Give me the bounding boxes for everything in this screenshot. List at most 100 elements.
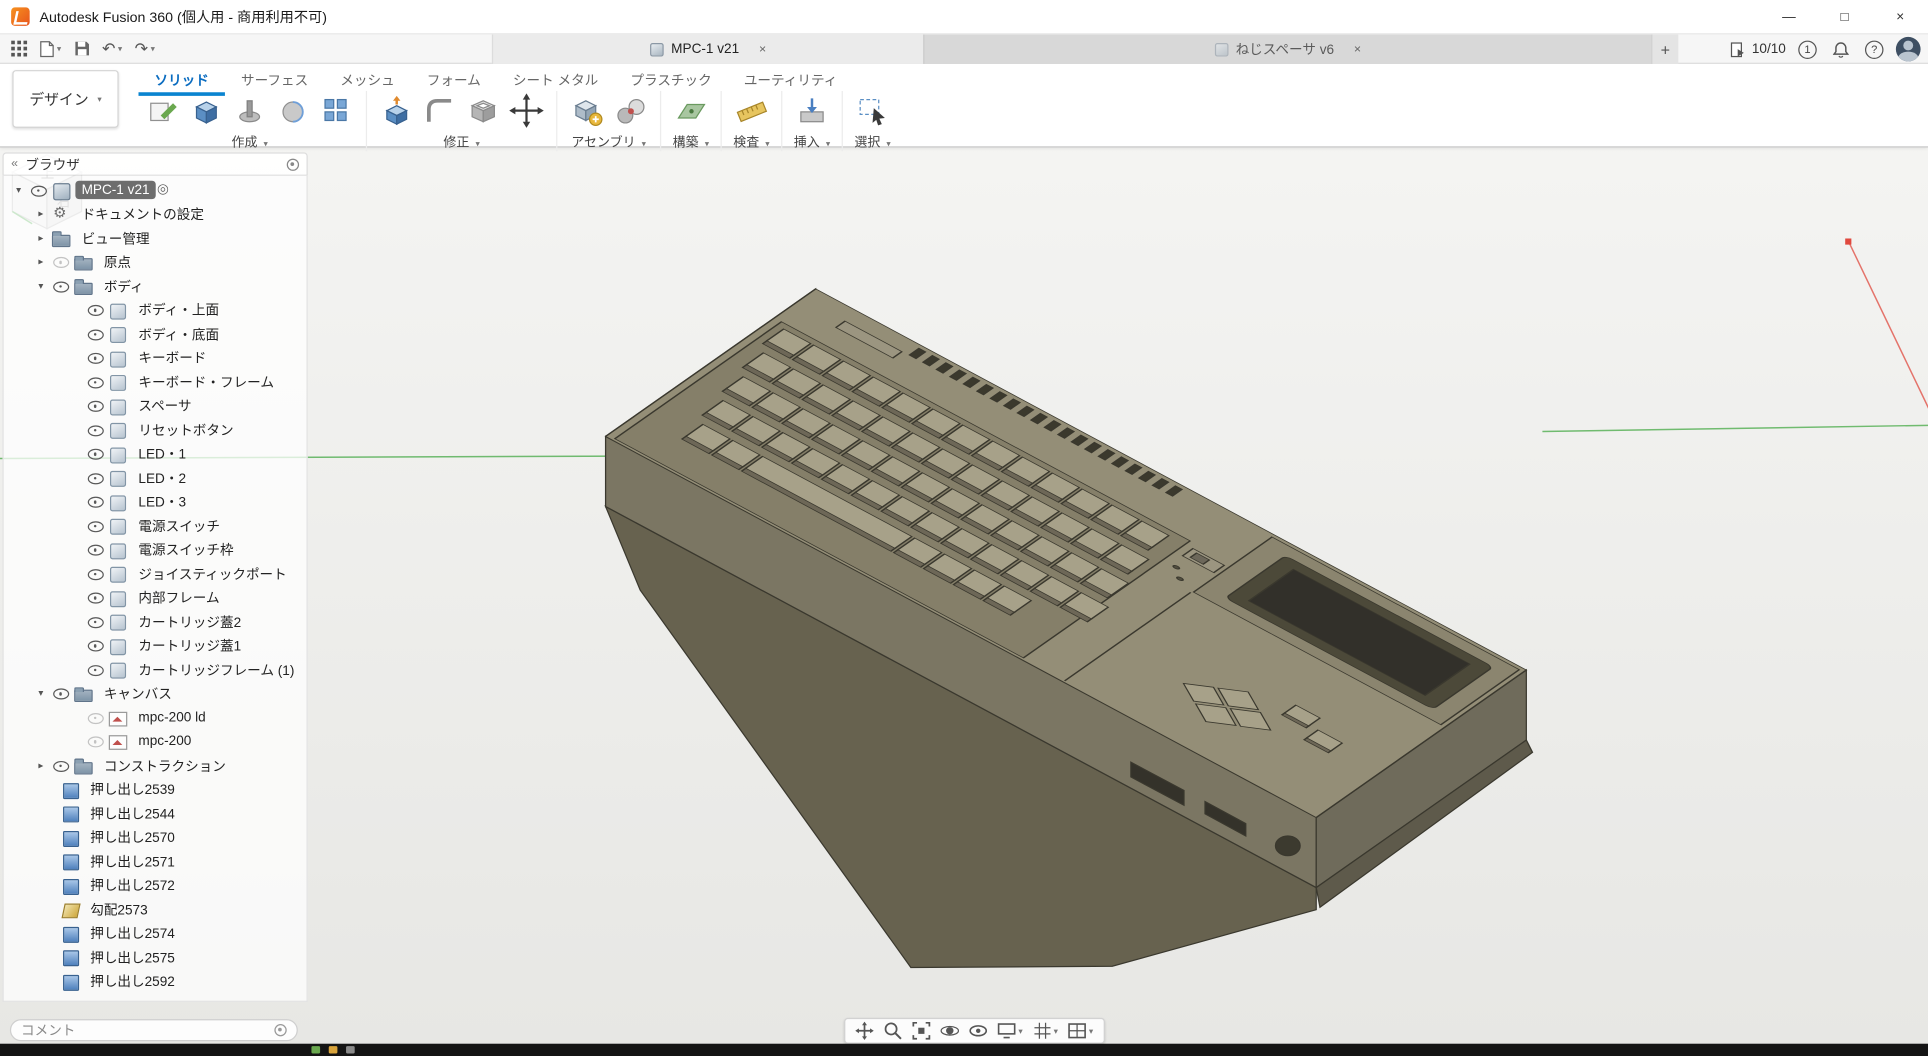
move-button[interactable] — [508, 92, 545, 129]
browser-tree-item[interactable]: ビュー管理 — [4, 226, 307, 250]
browser-tree-item[interactable]: カートリッジフレーム (1) — [4, 658, 307, 682]
browser-tree-item[interactable]: 押し出し2539 — [4, 778, 307, 802]
browser-tree-item[interactable]: 押し出し2592 — [4, 969, 307, 993]
visibility-eye-icon[interactable] — [87, 542, 106, 558]
comment-input[interactable]: コメント — [21, 1020, 274, 1040]
taskbar-icon-2[interactable] — [329, 1046, 338, 1053]
new-tab-button[interactable]: + — [1651, 34, 1678, 64]
notification-count-badge[interactable]: 1 — [1798, 40, 1817, 58]
expander-icon[interactable] — [38, 209, 52, 219]
file-menu-button[interactable]: ▾ — [36, 37, 65, 59]
pattern-button[interactable] — [318, 92, 355, 129]
visibility-eye-icon[interactable] — [87, 446, 106, 462]
comment-bar[interactable]: コメント — [10, 1019, 298, 1041]
browser-tree-item[interactable]: 押し出し2570 — [4, 825, 307, 849]
visibility-eye-icon[interactable] — [87, 710, 106, 726]
visibility-eye-icon[interactable] — [87, 638, 106, 654]
browser-tree-item[interactable]: 押し出し2544 — [4, 802, 307, 826]
visibility-eye-icon[interactable] — [87, 302, 106, 318]
undo-button[interactable]: ↶ ▾ — [98, 38, 126, 59]
orbit-button[interactable] — [941, 1022, 960, 1040]
visibility-eye-icon[interactable] — [87, 590, 106, 606]
shell-button[interactable] — [465, 92, 502, 129]
create-sketch-button[interactable] — [145, 92, 182, 129]
group-label-assemble[interactable]: アセンブリ ▾ — [571, 133, 646, 151]
browser-tree-item[interactable]: 電源スイッチ — [4, 514, 307, 538]
browser-header[interactable]: « ブラウザ — [2, 152, 307, 175]
joint-button[interactable] — [612, 92, 649, 129]
taskbar-icon-3[interactable] — [346, 1046, 355, 1053]
visibility-eye-icon[interactable] — [52, 254, 71, 270]
browser-tree-item[interactable]: キャンバス — [4, 682, 307, 706]
group-label-construct[interactable]: 構築 ▾ — [673, 133, 709, 151]
workspace-selector[interactable]: デザイン ▾ — [12, 70, 118, 128]
pan-button[interactable] — [855, 1022, 874, 1040]
sweep-button[interactable] — [274, 92, 311, 129]
expander-icon[interactable] — [38, 281, 52, 291]
app-grid-icon[interactable] — [7, 38, 30, 59]
bell-icon[interactable] — [1829, 39, 1852, 60]
job-status[interactable]: 10/10 — [1731, 41, 1786, 57]
help-icon[interactable]: ? — [1865, 40, 1884, 58]
press-pull-button[interactable] — [378, 92, 415, 129]
visibility-eye-icon[interactable] — [87, 494, 106, 510]
windows-taskbar[interactable] — [0, 1044, 1928, 1056]
group-label-inspect[interactable]: 検査 ▾ — [733, 133, 769, 151]
browser-tree-item[interactable]: 押し出し2571 — [4, 849, 307, 873]
save-button[interactable] — [70, 38, 93, 59]
visibility-eye-icon[interactable] — [87, 398, 106, 414]
visibility-eye-icon[interactable] — [52, 278, 71, 294]
select-button[interactable] — [854, 92, 891, 129]
browser-tree-item[interactable]: mpc-200 — [4, 730, 307, 754]
browser-tree-item[interactable]: ボディ — [4, 274, 307, 298]
expander-icon[interactable] — [38, 761, 52, 771]
browser-tree-item[interactable]: 電源スイッチ枠 — [4, 538, 307, 562]
new-component-button[interactable] — [569, 92, 606, 129]
visibility-eye-icon[interactable] — [30, 182, 49, 198]
browser-tree-item[interactable]: LED・2 — [4, 466, 307, 490]
browser-tree-item[interactable]: LED・3 — [4, 490, 307, 514]
browser-tree-item[interactable]: コンストラクション — [4, 754, 307, 778]
fit-button[interactable] — [912, 1022, 931, 1040]
panel-options-icon[interactable] — [287, 158, 299, 170]
group-label-modify[interactable]: 修正 ▾ — [443, 133, 479, 151]
browser-tree-item[interactable]: ドキュメントの設定 — [4, 202, 307, 226]
visibility-eye-icon[interactable] — [87, 326, 106, 342]
measure-button[interactable] — [733, 92, 770, 129]
browser-tree-item[interactable]: カートリッジ蓋2 — [4, 610, 307, 634]
visibility-eye-icon[interactable] — [87, 350, 106, 366]
group-label-create[interactable]: 作成 ▾ — [231, 133, 267, 151]
close-button[interactable]: × — [1872, 0, 1928, 34]
visibility-eye-icon[interactable] — [87, 518, 106, 534]
browser-tree-item[interactable]: キーボード — [4, 346, 307, 370]
zoom-button[interactable] — [884, 1022, 903, 1040]
browser-tree-item[interactable]: カートリッジ蓋1 — [4, 634, 307, 658]
visibility-eye-icon[interactable] — [87, 470, 106, 486]
expander-icon[interactable] — [38, 233, 52, 243]
browser-tree-item[interactable]: ボディ・上面 — [4, 298, 307, 322]
browser-tree-item[interactable]: 押し出し2575 — [4, 945, 307, 969]
document-tab-inactive[interactable]: ねじスペーサ v6 × — [924, 34, 1651, 64]
browser-tree-item[interactable]: 勾配2573 — [4, 897, 307, 921]
visibility-eye-icon[interactable] — [87, 614, 106, 630]
comment-submit-icon[interactable] — [274, 1024, 286, 1036]
maximize-button[interactable]: □ — [1817, 0, 1873, 34]
grid-settings-button[interactable]: ▾ — [1033, 1022, 1058, 1040]
user-avatar[interactable] — [1896, 37, 1921, 62]
extrude-button[interactable] — [188, 92, 225, 129]
visibility-eye-icon[interactable] — [87, 374, 106, 390]
browser-tree-item[interactable]: 押し出し2574 — [4, 921, 307, 945]
browser-tree-item[interactable]: リセットボタン — [4, 418, 307, 442]
collapse-panel-icon[interactable]: « — [11, 157, 18, 171]
browser-tree-item[interactable]: 押し出し2572 — [4, 873, 307, 897]
browser-tree-item[interactable]: LED・1 — [4, 442, 307, 466]
visibility-eye-icon[interactable] — [87, 422, 106, 438]
fillet-button[interactable] — [421, 92, 458, 129]
group-label-select[interactable]: 選択 ▾ — [854, 133, 890, 151]
expander-icon[interactable] — [38, 257, 52, 267]
activate-component-icon[interactable] — [157, 183, 169, 197]
look-at-button[interactable] — [969, 1022, 988, 1040]
visibility-eye-icon[interactable] — [52, 686, 71, 702]
insert-button[interactable] — [793, 92, 830, 129]
visibility-eye-icon[interactable] — [87, 662, 106, 678]
